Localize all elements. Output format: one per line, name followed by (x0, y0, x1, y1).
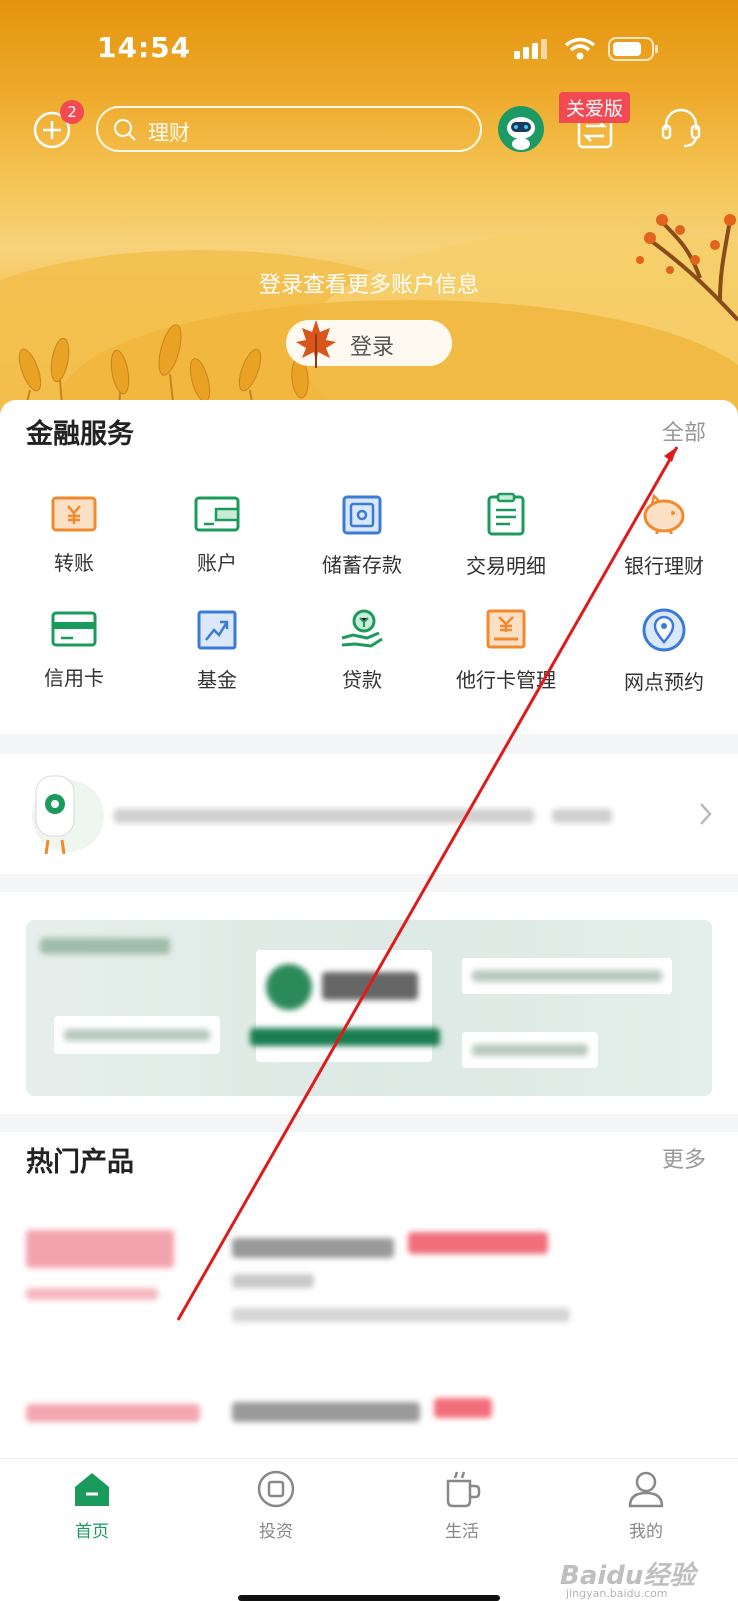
notification-badge: 2 (60, 100, 84, 124)
customer-service-icon[interactable] (660, 106, 702, 150)
service-account[interactable]: 账户 (143, 495, 291, 576)
nav-label: 投资 (259, 1522, 293, 1542)
user-icon (628, 1471, 664, 1508)
service-fund[interactable]: 基金 (143, 610, 291, 693)
service-label: 信用卡 (44, 666, 104, 690)
chevron-right-icon (700, 803, 712, 825)
service-label: 他行卡管理 (456, 668, 556, 692)
service-credit-card[interactable]: 信用卡 (0, 610, 148, 691)
promo-text-blurred (472, 970, 662, 982)
autumn-tree-decoration (636, 214, 738, 322)
transfer-icon (51, 496, 97, 532)
search-input[interactable]: 理财 (96, 106, 482, 152)
promo-bar-blurred (250, 1028, 440, 1046)
nav-label: 首页 (75, 1522, 109, 1542)
product-text-blurred (232, 1274, 314, 1288)
promo-chip (462, 958, 672, 994)
service-wealth[interactable]: 银行理财 (590, 492, 738, 579)
care-mode-badge[interactable]: 关爱版 (559, 92, 631, 123)
service-label: 储蓄存款 (322, 553, 402, 577)
robot-icon (507, 117, 535, 150)
promo-text-blurred (472, 1044, 588, 1056)
financial-services-card: 金融服务 全部 转账 账户 储蓄存款 交易明细 银行理财 信用卡 基金 贷款 他… (0, 400, 738, 734)
hot-products-section: 热门产品 更多 (0, 1132, 738, 1462)
product-rate-blurred (26, 1230, 174, 1268)
more-products-link[interactable]: 更多 (662, 1142, 706, 1174)
product-tag-blurred (408, 1232, 548, 1254)
nav-label: 生活 (445, 1522, 479, 1542)
service-loan[interactable]: 贷款 (288, 608, 436, 693)
service-label: 账户 (197, 551, 237, 575)
product-tag-blurred (434, 1398, 492, 1418)
location-pin-icon (642, 608, 686, 652)
section-title: 热门产品 (26, 1147, 134, 1178)
promo-section (0, 892, 738, 1114)
watermark-url: jingyan.baidu.com (566, 1587, 668, 1600)
promo-chip (54, 1016, 220, 1054)
service-other-card[interactable]: 他行卡管理 (432, 608, 580, 693)
product-rate-blurred (26, 1404, 200, 1422)
home-indicator (238, 1595, 500, 1601)
bottom-nav: 首页 投资 生活 我的 Baidu经验 jingyan.baidu.com (0, 1458, 738, 1601)
login-button[interactable]: 登录 (286, 320, 452, 368)
search-icon (114, 119, 136, 141)
clipboard-icon (487, 492, 525, 536)
header-banner: 14:54 2 理财 关爱版 登录查看更多账户信息 登录 (0, 0, 738, 430)
loan-hand-icon (341, 609, 383, 648)
login-label: 登录 (350, 335, 395, 360)
service-label: 交易明细 (466, 554, 546, 578)
maple-leaf-icon (296, 320, 336, 368)
product-text-blurred (26, 1288, 158, 1300)
promo-card (250, 950, 440, 1062)
section-title: 金融服务 (26, 419, 134, 450)
promo-text-blurred (64, 1029, 210, 1041)
signal-icon (514, 39, 547, 59)
product-text-blurred (232, 1308, 570, 1322)
coffee-cup-icon (446, 1471, 481, 1508)
promo-text-blurred (40, 938, 170, 954)
wallet-icon (194, 496, 240, 532)
login-tip: 登录查看更多账户信息 (258, 273, 479, 298)
service-label: 银行理财 (624, 554, 704, 578)
service-savings[interactable]: 储蓄存款 (288, 495, 436, 578)
promo-text-blurred (322, 972, 418, 1000)
service-label: 转账 (54, 551, 94, 575)
nav-home[interactable]: 首页 (32, 1469, 152, 1542)
home-icon (75, 1473, 109, 1506)
status-time: 14:54 (97, 31, 192, 64)
product-item[interactable] (0, 1382, 738, 1462)
assistant-robot-button[interactable] (498, 106, 544, 152)
notice-text-blurred (114, 809, 534, 823)
credit-card-icon (51, 611, 97, 647)
promo-banner[interactable] (26, 920, 712, 1096)
notice-text-blurred (552, 809, 612, 823)
product-name-blurred (232, 1402, 420, 1422)
promo-logo-blurred (266, 964, 312, 1010)
mascot-icon (32, 775, 104, 855)
card-manage-icon (486, 609, 526, 649)
invest-icon (257, 1470, 295, 1508)
nav-invest[interactable]: 投资 (216, 1469, 336, 1542)
service-transactions[interactable]: 交易明细 (432, 492, 580, 579)
piggy-bank-icon (643, 493, 685, 534)
all-services-link[interactable]: 全部 (662, 415, 706, 447)
service-transfer[interactable]: 转账 (0, 495, 148, 576)
chart-up-icon (197, 610, 237, 650)
promo-chip (462, 1032, 598, 1068)
wifi-icon (564, 37, 596, 60)
service-branch-booking[interactable]: 网点预约 (590, 608, 738, 695)
nav-mine[interactable]: 我的 (586, 1469, 706, 1542)
nav-label: 我的 (629, 1522, 663, 1542)
nav-life[interactable]: 生活 (402, 1469, 522, 1542)
product-name-blurred (232, 1238, 394, 1258)
search-placeholder: 理财 (148, 121, 190, 145)
service-label: 网点预约 (624, 670, 704, 694)
battery-icon (608, 37, 658, 61)
add-button[interactable]: 2 (32, 100, 84, 150)
product-item[interactable] (0, 1210, 738, 1350)
service-label: 基金 (197, 668, 237, 692)
service-label: 贷款 (342, 668, 382, 692)
safe-icon (342, 495, 382, 535)
notice-bar[interactable] (0, 754, 738, 874)
